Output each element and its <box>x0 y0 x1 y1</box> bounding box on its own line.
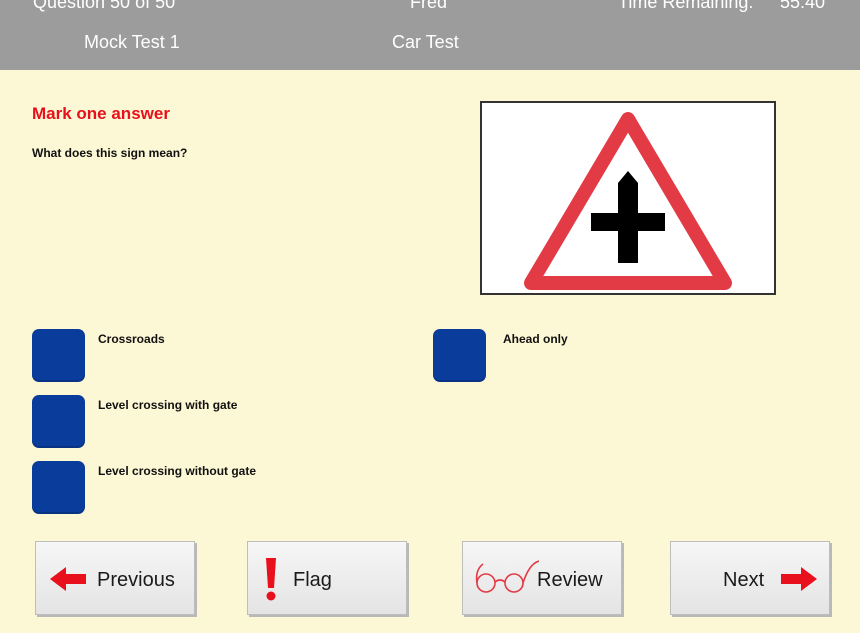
answer-instruction: Mark one answer <box>32 104 170 123</box>
review-button[interactable]: Review <box>462 541 622 615</box>
exclamation-icon <box>266 558 276 601</box>
arrow-left-icon <box>50 567 86 591</box>
answer-checkbox[interactable] <box>433 329 486 382</box>
previous-label: Previous <box>97 569 175 591</box>
flag-button[interactable]: Flag <box>247 541 407 615</box>
sign-image <box>480 101 776 295</box>
test-name: Mock Test 1 <box>84 32 180 52</box>
question-text: What does this sign mean? <box>32 146 188 160</box>
header-bar: Question 50 of 50 Fred Time Remaining: 5… <box>0 0 860 70</box>
test-type: Car Test <box>392 32 459 52</box>
previous-button[interactable]: Previous <box>35 541 195 615</box>
answer-label: Ahead only <box>503 332 568 346</box>
answer-checkbox[interactable] <box>32 461 85 514</box>
answer-label: Crossroads <box>98 332 165 346</box>
answer-label: Level crossing without gate <box>98 464 257 478</box>
next-label: Next <box>723 569 765 591</box>
arrow-right-icon <box>781 567 817 591</box>
answer-checkbox[interactable] <box>32 329 85 382</box>
flag-label: Flag <box>293 569 332 591</box>
glasses-icon <box>475 560 539 593</box>
time-remaining-label: Time Remaining: <box>618 0 754 12</box>
next-button[interactable]: Next <box>670 541 830 615</box>
review-label: Review <box>537 569 603 591</box>
time-remaining-value: 55:40 <box>780 0 826 12</box>
answer-checkbox[interactable] <box>32 395 85 448</box>
answer-label: Level crossing with gate <box>98 398 238 412</box>
question-counter: Question 50 of 50 <box>33 0 176 12</box>
crossroads-warning-sign-icon <box>524 112 732 290</box>
candidate-name: Fred <box>410 0 448 12</box>
